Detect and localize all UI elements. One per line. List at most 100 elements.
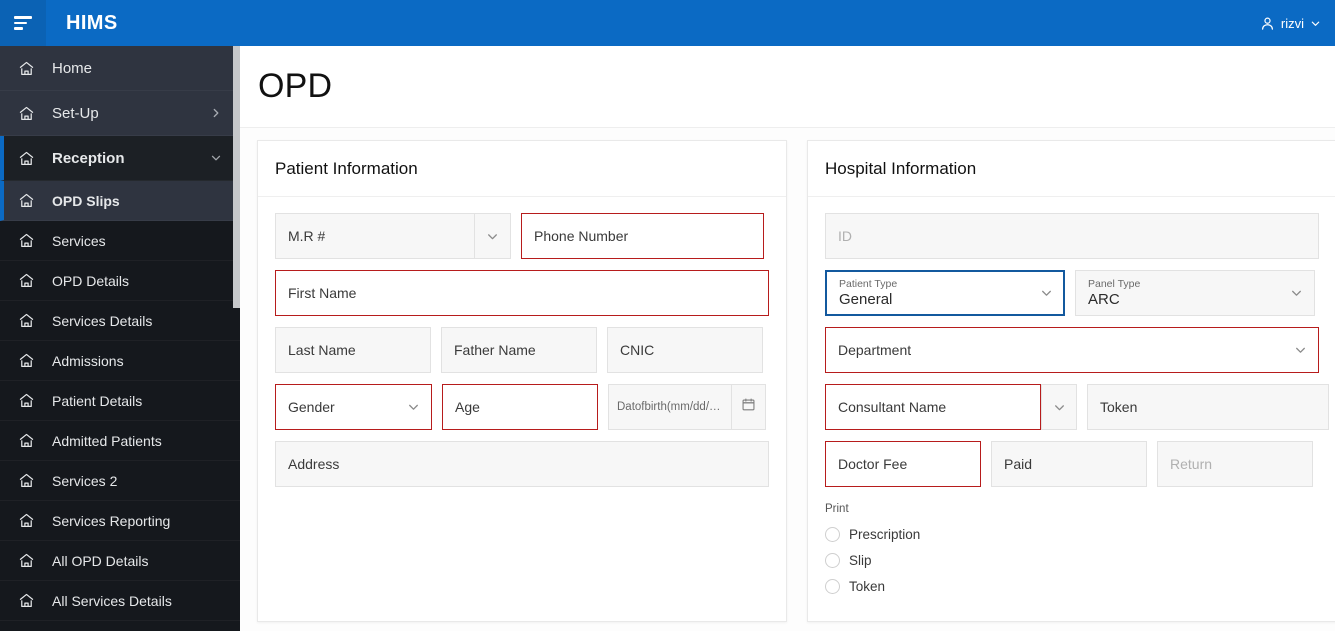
sidebar-item-label: Admitted Patients bbox=[52, 432, 162, 449]
panel-type-label: Panel Type bbox=[1088, 278, 1141, 290]
sidebar-item-admissions[interactable]: Admissions bbox=[0, 341, 240, 381]
consultant-name-dropdown-button[interactable] bbox=[1041, 384, 1077, 430]
phone-number-placeholder: Phone Number bbox=[534, 228, 629, 244]
chevron-down-icon bbox=[1040, 287, 1053, 300]
sidebar-item-label: OPD Details bbox=[52, 272, 130, 289]
sidebar-item-reception[interactable]: Reception bbox=[0, 136, 240, 181]
form-row-department: Department bbox=[825, 327, 1319, 373]
age-input[interactable]: Age bbox=[442, 384, 598, 430]
home-icon bbox=[18, 392, 40, 409]
phone-number-input[interactable]: Phone Number bbox=[521, 213, 764, 259]
sidebar-item-all-opd-details[interactable]: All OPD Details bbox=[0, 541, 240, 581]
father-name-placeholder: Father Name bbox=[454, 342, 536, 358]
token-placeholder: Token bbox=[1100, 399, 1138, 415]
home-icon bbox=[18, 592, 40, 609]
doctor-fee-placeholder: Doctor Fee bbox=[838, 456, 908, 472]
sidebar-item-services[interactable]: Services bbox=[0, 221, 240, 261]
home-icon bbox=[18, 432, 40, 449]
radio-button-icon[interactable] bbox=[825, 552, 840, 568]
sidebar-item-label: Reception bbox=[52, 149, 125, 167]
print-radio-label: Prescription bbox=[849, 526, 921, 542]
cnic-placeholder: CNIC bbox=[620, 342, 655, 358]
app-root: HIMS rizvi Home Set-Up Reception OPD Slips S… bbox=[0, 0, 1335, 631]
consultant-name-combobox[interactable]: Consultant Name bbox=[825, 384, 1077, 430]
mr-number-input[interactable]: M.R # bbox=[275, 213, 475, 259]
sidebar-item-label: Services Reporting bbox=[52, 512, 171, 529]
print-radio-token[interactable]: Token bbox=[825, 573, 1319, 599]
calendar-icon-button[interactable] bbox=[732, 384, 766, 430]
print-radio-list: Prescription Slip Token bbox=[825, 521, 1319, 599]
sidebar-scrollbar[interactable] bbox=[233, 46, 240, 631]
form-row-mr-phone: M.R # Phone Number bbox=[275, 213, 769, 259]
hospital-information-card: Hospital Information ID Patient Type Gen… bbox=[807, 140, 1335, 622]
consultant-name-input[interactable]: Consultant Name bbox=[825, 384, 1041, 430]
hospital-information-title: Hospital Information bbox=[808, 141, 1335, 197]
return-placeholder: Return bbox=[1170, 456, 1213, 472]
return-input[interactable]: Return bbox=[1157, 441, 1313, 487]
print-radio-label: Slip bbox=[849, 552, 872, 568]
date-of-birth-input[interactable]: Datofbirth(mm/dd/yyyy) bbox=[608, 384, 732, 430]
cnic-input[interactable]: CNIC bbox=[607, 327, 763, 373]
sidebar-scrollbar-thumb[interactable] bbox=[233, 46, 240, 308]
father-name-input[interactable]: Father Name bbox=[441, 327, 597, 373]
date-of-birth-placeholder: Datofbirth(mm/dd/yyyy) bbox=[617, 401, 723, 413]
sidebar-item-label: Patient Details bbox=[52, 392, 143, 409]
app-brand-title[interactable]: HIMS bbox=[66, 12, 118, 35]
patient-type-select[interactable]: Patient Type General bbox=[825, 270, 1065, 316]
mr-number-combobox[interactable]: M.R # bbox=[275, 213, 511, 259]
sidebar-item-patient-details[interactable]: Patient Details bbox=[0, 381, 240, 421]
sidebar-item-home[interactable]: Home bbox=[0, 46, 240, 91]
home-icon bbox=[18, 472, 40, 489]
token-input[interactable]: Token bbox=[1087, 384, 1329, 430]
doctor-fee-input[interactable]: Doctor Fee bbox=[825, 441, 981, 487]
form-row-id: ID bbox=[825, 213, 1319, 259]
date-of-birth-field[interactable]: Datofbirth(mm/dd/yyyy) bbox=[608, 384, 766, 430]
mr-number-dropdown-button[interactable] bbox=[475, 213, 511, 259]
form-row-fee-paid-return: Doctor Fee Paid Return bbox=[825, 441, 1319, 487]
panels-container: Patient Information M.R # Phone Number F… bbox=[240, 128, 1335, 622]
paid-input[interactable]: Paid bbox=[991, 441, 1147, 487]
sidebar-item-set-up[interactable]: Set-Up bbox=[0, 91, 240, 136]
home-icon bbox=[18, 192, 40, 209]
sidebar-item-services-details[interactable]: Services Details bbox=[0, 301, 240, 341]
sidebar-item-opd-details[interactable]: OPD Details bbox=[0, 261, 240, 301]
sidebar-item-label: Services 2 bbox=[52, 472, 118, 489]
gender-select[interactable]: Gender bbox=[275, 384, 432, 430]
sidebar-item-all-services-details[interactable]: All Services Details bbox=[0, 581, 240, 621]
user-account-menu[interactable]: rizvi bbox=[1260, 16, 1321, 31]
gender-placeholder: Gender bbox=[288, 399, 335, 415]
sidebar-item-label: Set-Up bbox=[52, 104, 99, 122]
department-select[interactable]: Department bbox=[825, 327, 1319, 373]
department-placeholder: Department bbox=[838, 342, 912, 358]
address-placeholder: Address bbox=[288, 456, 340, 472]
print-radio-prescription[interactable]: Prescription bbox=[825, 521, 1319, 547]
mr-number-placeholder: M.R # bbox=[288, 228, 326, 244]
last-name-input[interactable]: Last Name bbox=[275, 327, 431, 373]
hamburger-menu-button[interactable] bbox=[0, 0, 46, 46]
sidebar-item-services-2[interactable]: Services 2 bbox=[0, 461, 240, 501]
sidebar-item-admitted-patients[interactable]: Admitted Patients bbox=[0, 421, 240, 461]
radio-button-icon[interactable] bbox=[825, 526, 840, 542]
sidebar-item-label: Services bbox=[52, 232, 106, 249]
form-row-patient-panel-type: Patient Type General Panel Type ARC bbox=[825, 270, 1319, 316]
hospital-information-body: ID Patient Type General Panel Type ARC D… bbox=[808, 197, 1335, 621]
page-header: OPD bbox=[240, 46, 1335, 128]
sidebar-item-services-reporting[interactable]: Services Reporting bbox=[0, 501, 240, 541]
top-header-bar: HIMS rizvi bbox=[0, 0, 1335, 46]
id-input[interactable]: ID bbox=[825, 213, 1319, 259]
print-options-group: Print Prescription Slip Token bbox=[825, 503, 1319, 599]
id-placeholder: ID bbox=[838, 228, 852, 244]
chevron-down-icon bbox=[210, 152, 222, 164]
radio-button-icon[interactable] bbox=[825, 578, 840, 594]
sidebar-item-opd-slips[interactable]: OPD Slips bbox=[0, 181, 240, 221]
form-row-first-name: First Name bbox=[275, 270, 769, 316]
panel-type-select[interactable]: Panel Type ARC bbox=[1075, 270, 1315, 316]
print-radio-label: Token bbox=[849, 578, 886, 594]
print-radio-slip[interactable]: Slip bbox=[825, 547, 1319, 573]
home-icon bbox=[18, 272, 40, 289]
sidebar-item-label: All Services Details bbox=[52, 592, 172, 609]
chevron-right-icon bbox=[210, 107, 222, 119]
first-name-input[interactable]: First Name bbox=[275, 270, 769, 316]
paid-placeholder: Paid bbox=[1004, 456, 1033, 472]
address-input[interactable]: Address bbox=[275, 441, 769, 487]
